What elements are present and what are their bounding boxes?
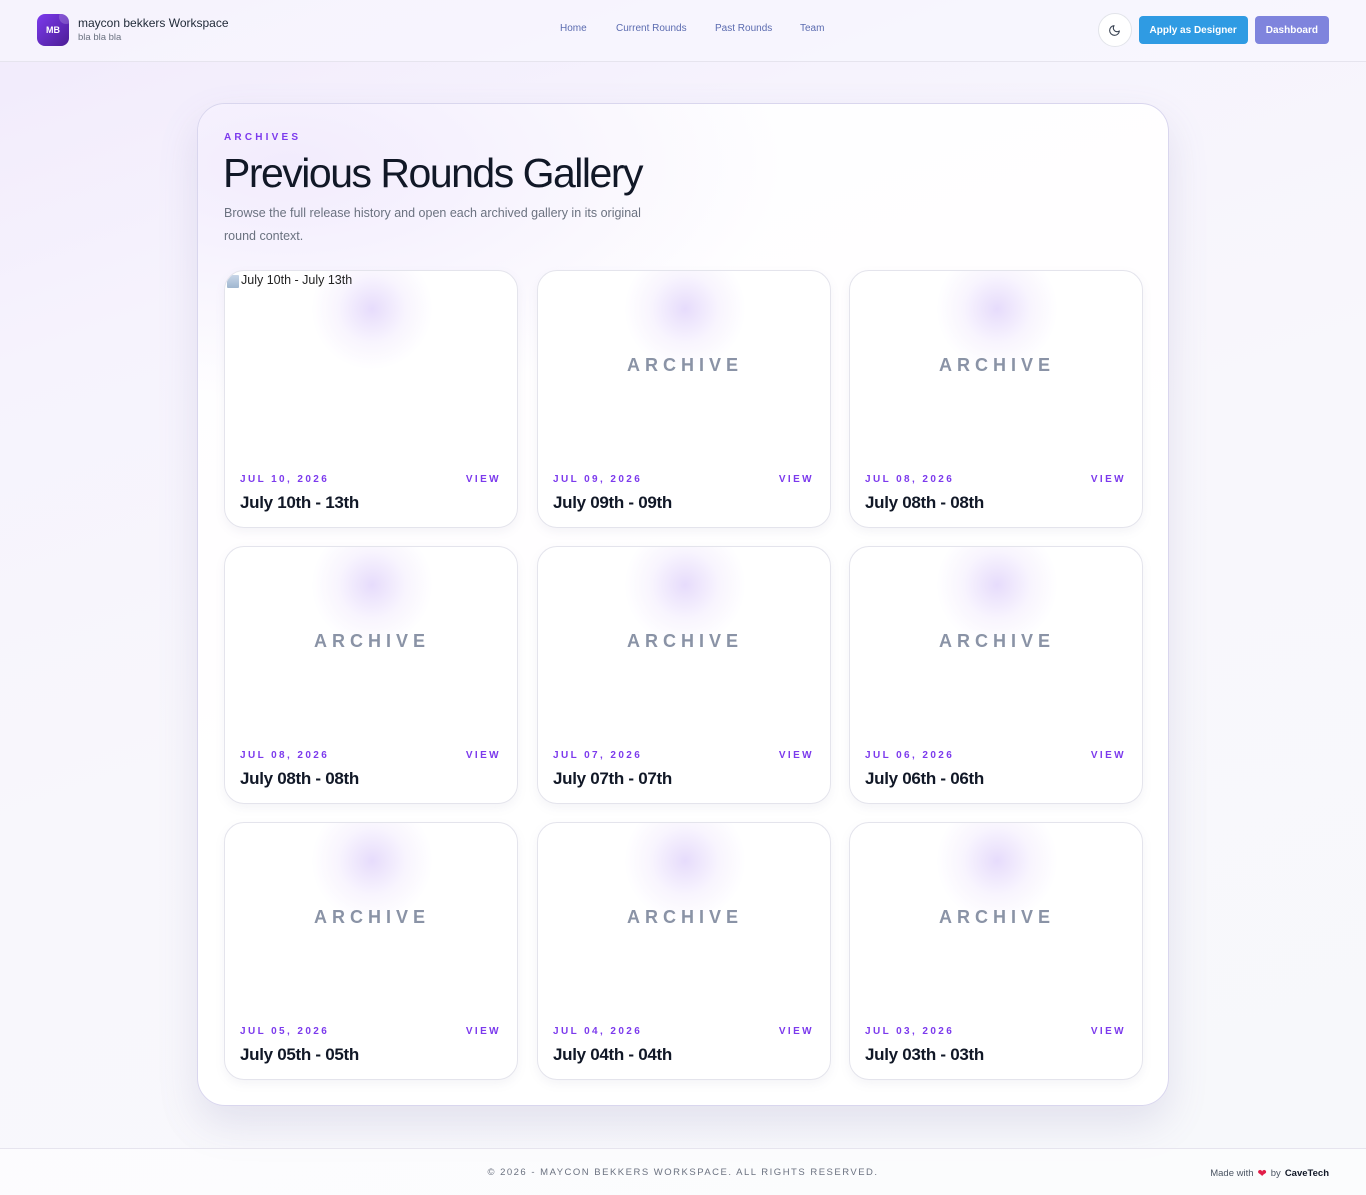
view-link[interactable]: VIEW: [466, 474, 501, 485]
round-title: July 04th - 04th: [553, 1045, 672, 1064]
theme-toggle-button[interactable]: [1097, 13, 1132, 47]
round-card[interactable]: ARCHIVE JUL 05, 2026 VIEW July 05th - 05…: [224, 822, 518, 1080]
round-title: July 06th - 06th: [865, 769, 984, 788]
by-text: by: [1270, 1168, 1281, 1179]
round-card[interactable]: ARCHIVE JUL 07, 2026 VIEW July 07th - 07…: [537, 546, 831, 804]
header-actions: Apply as Designer Dashboard: [1097, 13, 1329, 47]
round-title: July 09th - 09th: [553, 493, 672, 512]
round-date: JUL 08, 2026: [865, 474, 955, 485]
round-date: JUL 08, 2026: [240, 750, 330, 761]
dashboard-button[interactable]: Dashboard: [1254, 16, 1329, 44]
round-card[interactable]: July 10th - July 13th JUL 10, 2026 VIEW …: [224, 270, 518, 528]
heart-icon: ❤: [1257, 1168, 1267, 1180]
nav-link-home[interactable]: Home: [560, 23, 587, 34]
credit: Made with ❤ by CaveTech: [1210, 1167, 1329, 1180]
round-card[interactable]: ARCHIVE JUL 06, 2026 VIEW July 06th - 06…: [849, 546, 1143, 804]
nav-link-team[interactable]: Team: [800, 23, 824, 34]
round-date: JUL 06, 2026: [865, 750, 955, 761]
archive-placeholder: ARCHIVE: [626, 907, 743, 927]
archive-placeholder: ARCHIVE: [626, 631, 743, 651]
copyright-text: © 2026 - MAYCON BEKKERS WORKSPACE. ALL R…: [487, 1167, 879, 1178]
round-card[interactable]: ARCHIVE JUL 09, 2026 VIEW July 09th - 09…: [537, 270, 831, 528]
archive-placeholder: ARCHIVE: [938, 355, 1055, 375]
round-date: JUL 10, 2026: [240, 474, 330, 485]
broken-image: July 10th - July 13th: [225, 273, 352, 288]
round-title: July 08th - 08th: [240, 769, 359, 788]
view-link[interactable]: VIEW: [466, 750, 501, 761]
apply-as-designer-button[interactable]: Apply as Designer: [1138, 16, 1248, 44]
view-link[interactable]: VIEW: [466, 1026, 501, 1037]
section-eyebrow: ARCHIVES: [224, 132, 302, 143]
nav-link-current-rounds[interactable]: Current Rounds: [616, 23, 687, 34]
nav-link-past-rounds[interactable]: Past Rounds: [715, 23, 772, 34]
round-date: JUL 03, 2026: [865, 1026, 955, 1037]
view-link[interactable]: VIEW: [1091, 1026, 1126, 1037]
round-date: JUL 07, 2026: [553, 750, 643, 761]
round-date: JUL 05, 2026: [240, 1026, 330, 1037]
view-link[interactable]: VIEW: [1091, 750, 1126, 761]
credit-brand-link[interactable]: CaveTech: [1285, 1168, 1329, 1179]
round-card[interactable]: ARCHIVE JUL 03, 2026 VIEW July 03th - 03…: [849, 822, 1143, 1080]
made-with-text: Made with: [1210, 1168, 1254, 1179]
page-title: Previous Rounds Gallery: [223, 150, 643, 196]
top-navigation-bar: MB maycon bekkers Workspace bla bla bla …: [0, 0, 1366, 62]
round-title: July 08th - 08th: [865, 493, 984, 512]
round-title: July 10th - 13th: [240, 493, 359, 512]
view-link[interactable]: VIEW: [779, 750, 814, 761]
round-date: JUL 04, 2026: [553, 1026, 643, 1037]
moon-icon: [1109, 24, 1120, 36]
archive-placeholder: ARCHIVE: [313, 907, 430, 927]
archive-panel: ARCHIVES Previous Rounds Gallery Browse …: [197, 103, 1169, 1106]
round-card[interactable]: ARCHIVE JUL 04, 2026 VIEW July 04th - 04…: [537, 822, 831, 1080]
archive-placeholder: ARCHIVE: [938, 631, 1055, 651]
footer: © 2026 - MAYCON BEKKERS WORKSPACE. ALL R…: [0, 1148, 1366, 1195]
view-link[interactable]: VIEW: [779, 1026, 814, 1037]
archive-placeholder: ARCHIVE: [938, 907, 1055, 927]
round-title: July 07th - 07th: [553, 769, 672, 788]
round-title: July 05th - 05th: [240, 1045, 359, 1064]
round-date: JUL 09, 2026: [553, 474, 643, 485]
page-description: Browse the full release history and open…: [224, 206, 641, 243]
round-title: July 03th - 03th: [865, 1045, 984, 1064]
round-card[interactable]: ARCHIVE JUL 08, 2026 VIEW July 08th - 08…: [849, 270, 1143, 528]
round-card[interactable]: ARCHIVE JUL 08, 2026 VIEW July 08th - 08…: [224, 546, 518, 804]
rounds-grid: July 10th - July 13th JUL 10, 2026 VIEW …: [224, 270, 1144, 1080]
view-link[interactable]: VIEW: [779, 474, 814, 485]
archive-placeholder: ARCHIVE: [626, 355, 743, 375]
archive-placeholder: ARCHIVE: [313, 631, 430, 651]
view-link[interactable]: VIEW: [1091, 474, 1126, 485]
